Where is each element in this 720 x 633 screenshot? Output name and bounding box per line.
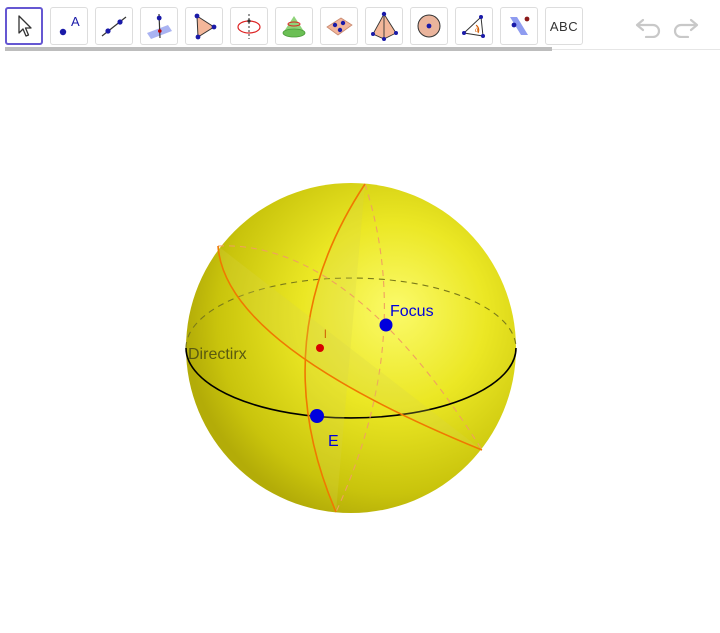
- point-tool-button[interactable]: A: [50, 7, 88, 45]
- perpendicular-line-icon: [147, 13, 172, 39]
- move-tool-button[interactable]: [5, 7, 43, 45]
- plane-tool-button[interactable]: [320, 7, 358, 45]
- svg-text:α: α: [475, 26, 479, 34]
- reflect-tool-button[interactable]: [500, 7, 538, 45]
- toolbar-divider: [552, 49, 720, 50]
- perpendicular-line-tool-button[interactable]: [140, 7, 178, 45]
- plane-through-three-points-icon: [326, 17, 353, 36]
- line-tool-button[interactable]: [95, 7, 133, 45]
- toolbar: A α ABC: [0, 0, 720, 52]
- reflect-about-plane-icon: [510, 16, 530, 35]
- point-icon: A: [59, 14, 80, 36]
- directrix-label: Directirx: [188, 346, 247, 363]
- undo-icon[interactable]: [634, 14, 664, 38]
- intersection-label: l: [324, 327, 327, 341]
- line-through-two-points-icon: [101, 16, 127, 37]
- circle-tool-button[interactable]: [230, 7, 268, 45]
- focus-point[interactable]: [379, 318, 393, 332]
- angle-tool-button[interactable]: α: [455, 7, 493, 45]
- pyramid-icon: [371, 11, 398, 41]
- redo-icon[interactable]: [670, 14, 700, 38]
- intersection-point[interactable]: [316, 344, 324, 352]
- polygon-icon: [194, 13, 217, 40]
- point-tool-label: A: [71, 14, 80, 29]
- sphere-tool-button[interactable]: [410, 7, 448, 45]
- e-point[interactable]: [310, 409, 324, 423]
- focus-label: Focus: [390, 303, 434, 320]
- e-label: E: [328, 433, 339, 450]
- text-icon: ABC: [549, 18, 579, 34]
- polygon-tool-button[interactable]: [185, 7, 223, 45]
- text-tool-button[interactable]: ABC: [545, 7, 583, 45]
- cursor-arrow-icon: [18, 15, 32, 37]
- toolbar-scrollbar[interactable]: [5, 47, 552, 51]
- sphere-icon: [417, 14, 441, 38]
- graphics-3d-view[interactable]: l Focus E Directirx: [0, 52, 720, 633]
- pyramid-tool-button[interactable]: [365, 7, 403, 45]
- cone-icon: [282, 16, 306, 38]
- cone-tool-button[interactable]: [275, 7, 313, 45]
- angle-icon: α: [462, 15, 485, 38]
- circle-axis-icon: [237, 14, 261, 39]
